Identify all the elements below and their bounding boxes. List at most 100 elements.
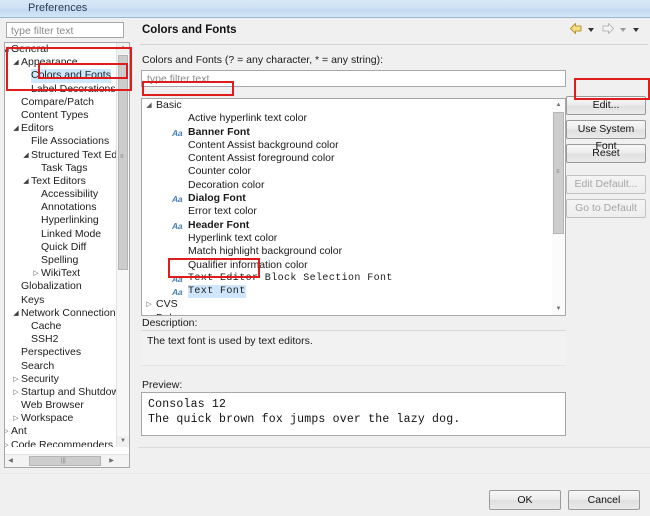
sidebar-item-appearance[interactable]: ◢ Appearance — [5, 56, 117, 69]
tree-collapsed-arrow-icon[interactable]: ▷ — [31, 267, 41, 280]
ok-button[interactable]: OK — [488, 490, 561, 510]
list-item[interactable]: ▷Debug — [142, 312, 552, 315]
sidebar-item-label: Security — [21, 372, 59, 385]
sidebar-item-accessibility[interactable]: Accessibility — [5, 188, 117, 201]
sidebar-item-text-editors[interactable]: ◢ Text Editors — [5, 175, 117, 188]
sidebar-item-wikitext[interactable]: ▷ WikiText — [5, 267, 117, 280]
page-filter-input[interactable]: type filter text — [141, 70, 566, 87]
tree-expanded-arrow-icon[interactable]: ◢ — [144, 99, 154, 112]
sidebar-item-content-types[interactable]: Content Types — [5, 109, 117, 122]
sidebar-item-label: Task Tags — [41, 161, 88, 174]
dialog-footer: OK Cancel — [0, 474, 650, 516]
tree-collapsed-arrow-icon[interactable]: ▷ — [144, 298, 154, 311]
list-item-label: Text Editor Block Selection Font — [188, 272, 393, 284]
list-item[interactable]: Match highlight background color — [142, 245, 552, 258]
sidebar-item-label: Network Connections — [21, 306, 117, 319]
sidebar-item-label: Spelling — [41, 254, 79, 266]
preference-tree[interactable]: ◢General◢AppearanceColors and FontsLabel… — [4, 42, 130, 468]
sidebar-item-ssh2[interactable]: SSH2 — [5, 333, 117, 346]
list-item[interactable]: Aa Dialog Font — [142, 192, 552, 205]
sidebar-item-label-decorations[interactable]: Label Decorations — [5, 83, 117, 96]
edit-button[interactable]: Edit... — [566, 96, 646, 115]
list-item[interactable]: Hyperlink text color — [142, 232, 552, 245]
list-item-label: Match highlight background color — [188, 245, 343, 258]
list-scroll-up-icon[interactable]: ▲ — [552, 99, 565, 111]
reset-button[interactable]: Reset — [566, 144, 646, 163]
tree-collapsed-arrow-icon[interactable]: ▷ — [11, 373, 21, 386]
scroll-up-icon[interactable]: ▲ — [117, 43, 129, 54]
sidebar-item-label: Workspace — [21, 412, 74, 425]
list-item-label: Counter color — [188, 165, 252, 178]
sidebar-item-cache[interactable]: Cache — [5, 320, 117, 333]
sidebar-item-code-recommenders[interactable]: ▷Code Recommenders — [5, 439, 117, 447]
list-item[interactable]: Aa Text Editor Block Selection Font — [142, 272, 552, 285]
sidebar-item-compare-patch[interactable]: Compare/Patch — [5, 96, 117, 109]
tree-collapsed-arrow-icon[interactable]: ▷ — [11, 386, 21, 399]
sidebar-item-keys[interactable]: Keys — [5, 294, 117, 307]
sidebar-filter-input[interactable]: type filter text — [6, 22, 124, 38]
back-history-chevron-down-icon[interactable] — [587, 28, 594, 32]
tree-expanded-arrow-icon[interactable]: ◢ — [21, 175, 31, 188]
list-vertical-scrollbar[interactable]: ▲ ≡ ▼ — [552, 99, 565, 315]
sidebar-item-editors[interactable]: ◢ Editors — [5, 122, 117, 135]
sidebar-item-label: Perspectives — [21, 346, 82, 359]
sidebar-item-file-associations[interactable]: File Associations — [5, 135, 117, 148]
sidebar-item-label: Quick Diff — [41, 240, 87, 253]
colors-and-fonts-list[interactable]: ◢ Basic Active hyperlink text color Aa Banne… — [141, 98, 566, 316]
sidebar-item-task-tags[interactable]: Task Tags — [5, 162, 117, 175]
sidebar-item-perspectives[interactable]: Perspectives — [5, 346, 117, 359]
preview-label: Preview: — [142, 379, 183, 391]
list-scroll-down-icon[interactable]: ▼ — [552, 303, 565, 315]
sidebar-item-spelling[interactable]: Spelling — [5, 254, 117, 267]
sidebar-item-security[interactable]: ▷ Security — [5, 373, 117, 386]
list-item[interactable]: Content Assist background color — [142, 139, 552, 152]
sidebar-item-network-connections[interactable]: ◢ Network Connections — [5, 307, 117, 320]
sidebar-item-structured-text-editors[interactable]: ◢Structured Text Editors — [5, 149, 117, 162]
use-system-font-button[interactable]: Use System Font — [566, 120, 646, 152]
tree-expanded-arrow-icon[interactable]: ◢ — [11, 56, 21, 69]
sidebar-item-ant[interactable]: ▷Ant — [5, 425, 117, 438]
list-item[interactable]: Aa Header Font — [142, 219, 552, 232]
tree-expanded-arrow-icon[interactable]: ◢ — [11, 307, 21, 320]
list-item[interactable]: ▷ CVS — [142, 298, 552, 311]
sidebar-item-general[interactable]: ◢General — [5, 43, 117, 56]
sidebar-item-hyperlinking[interactable]: Hyperlinking — [5, 214, 117, 227]
footer-buttons: OK Cancel — [485, 490, 640, 510]
list-item[interactable]: Counter color — [142, 165, 552, 178]
title-divider — [140, 44, 648, 45]
back-arrow-icon[interactable] — [569, 22, 583, 38]
list-item[interactable]: Content Assist foreground color — [142, 152, 552, 165]
sidebar-item-quick-diff[interactable]: Quick Diff — [5, 241, 117, 254]
list-item[interactable]: Error text color — [142, 205, 552, 218]
scroll-down-icon[interactable]: ▼ — [117, 436, 129, 447]
page-menu-chevron-down-icon[interactable] — [633, 28, 639, 32]
list-item[interactable]: Active hyperlink text color — [142, 112, 552, 125]
page-navigation-toolbar[interactable] — [568, 22, 642, 38]
sidebar-item-search[interactable]: Search — [5, 360, 117, 373]
sidebar-item-startup-and-shutdown[interactable]: ▷ Startup and Shutdown — [5, 386, 117, 399]
list-item-label: Debug — [156, 312, 187, 315]
sidebar-item-linked-mode[interactable]: Linked Mode — [5, 228, 117, 241]
list-item[interactable]: ◢ Basic — [142, 99, 552, 112]
tree-collapsed-arrow-icon[interactable]: ▷ — [144, 312, 154, 316]
list-item[interactable]: Qualifier information color — [142, 259, 552, 272]
scroll-left-icon[interactable]: ◀ — [5, 455, 16, 467]
scroll-right-icon[interactable]: ▶ — [106, 455, 117, 467]
sidebar-item-workspace[interactable]: ▷ Workspace — [5, 412, 117, 425]
sidebar-item-web-browser[interactable]: Web Browser — [5, 399, 117, 412]
sidebar-horizontal-scrollbar[interactable]: ◀ ||| ▶ — [5, 454, 129, 467]
tree-expanded-arrow-icon[interactable]: ◢ — [11, 122, 21, 135]
tree-expanded-arrow-icon[interactable]: ◢ — [21, 149, 31, 162]
forward-history-chevron-down-icon[interactable] — [619, 28, 626, 32]
list-item[interactable]: Decoration color — [142, 179, 552, 192]
scrollbar-grip-icon: ≡ — [120, 154, 124, 160]
sidebar-item-colors-and-fonts[interactable]: Colors and Fonts — [5, 69, 117, 83]
cancel-button[interactable]: Cancel — [568, 490, 640, 510]
sidebar-vertical-scrollbar[interactable]: ▲ ≡ ▼ — [116, 43, 129, 447]
sidebar-item-annotations[interactable]: Annotations — [5, 201, 117, 214]
list-item[interactable]: Aa Banner Font — [142, 126, 552, 139]
tree-collapsed-arrow-icon[interactable]: ▷ — [11, 412, 21, 425]
list-item[interactable]: Aa Text Font — [142, 285, 552, 299]
sidebar-item-globalization[interactable]: Globalization — [5, 280, 117, 293]
scrollbar-thumb[interactable] — [118, 55, 128, 270]
